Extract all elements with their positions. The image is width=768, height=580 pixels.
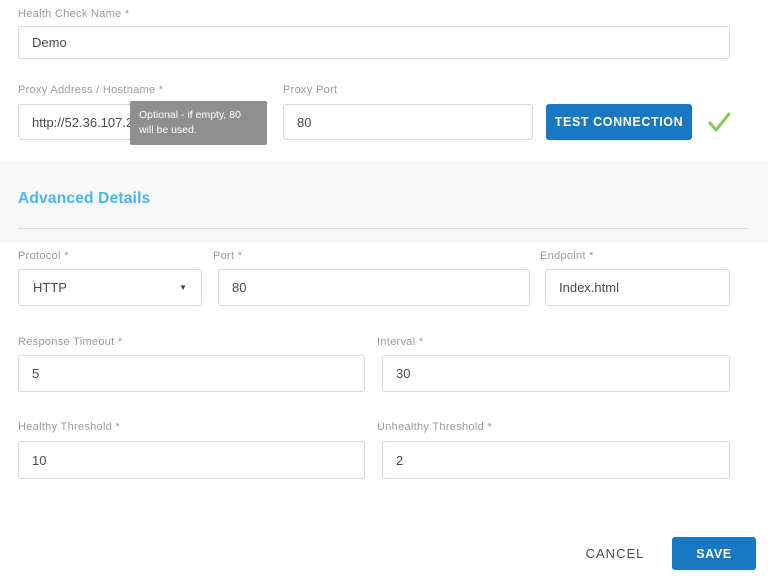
- healthy-threshold-input[interactable]: [18, 441, 365, 479]
- response-timeout-input[interactable]: [18, 355, 365, 392]
- proxy-port-input[interactable]: [283, 104, 533, 140]
- health-check-name-input[interactable]: [18, 26, 730, 59]
- endpoint-label: Endpoint *: [540, 250, 594, 262]
- success-check-icon: [704, 108, 734, 141]
- cancel-button[interactable]: CANCEL: [575, 540, 655, 566]
- unhealthy-threshold-input[interactable]: [382, 441, 730, 479]
- response-timeout-label: Response Timeout *: [18, 336, 122, 348]
- advanced-details-section: Advanced Details: [0, 161, 768, 243]
- port-input[interactable]: [218, 269, 530, 306]
- interval-label: Interval *: [377, 336, 423, 348]
- unhealthy-threshold-label: Unhealthy Threshold *: [377, 421, 492, 433]
- health-check-name-label: Health Check Name *: [18, 8, 129, 20]
- protocol-selected-value: HTTP: [33, 280, 67, 295]
- section-divider: [18, 228, 748, 229]
- proxy-port-tooltip: Optional - if empty, 80 will be used.: [130, 101, 267, 145]
- interval-input[interactable]: [382, 355, 730, 392]
- chevron-down-icon: ▼: [179, 284, 187, 292]
- save-button[interactable]: SAVE: [672, 537, 756, 570]
- health-check-form: Health Check Name * Proxy Address / Host…: [0, 0, 768, 580]
- endpoint-input[interactable]: [545, 269, 730, 306]
- proxy-port-label: Proxy Port: [283, 84, 337, 96]
- protocol-select[interactable]: HTTP ▼: [18, 269, 202, 306]
- test-connection-button[interactable]: TEST CONNECTION: [546, 104, 692, 140]
- protocol-label: Protocol *: [18, 250, 69, 262]
- advanced-details-title: Advanced Details: [18, 190, 150, 208]
- proxy-address-label: Proxy Address / Hostname *: [18, 84, 163, 96]
- healthy-threshold-label: Healthy Threshold *: [18, 421, 120, 433]
- port-label: Port *: [213, 250, 242, 262]
